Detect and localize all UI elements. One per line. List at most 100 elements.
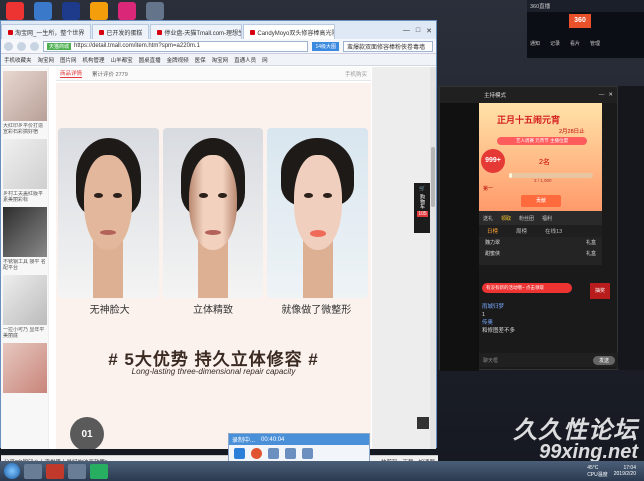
recorder-header: 录制中... 00:40:04: [229, 434, 369, 445]
stream-video-area: [440, 103, 479, 371]
app-icon[interactable]: [90, 2, 108, 20]
cart-icon: 🛒: [419, 186, 426, 192]
app-icon[interactable]: [118, 2, 136, 20]
stream-window-controls: — ✕: [599, 92, 613, 98]
favorite-item[interactable]: 网: [262, 56, 268, 64]
event-pill: 艺人周赛 元宵节 主播位盟: [497, 137, 587, 145]
minimize-button[interactable]: —: [599, 92, 605, 98]
taskbar-app[interactable]: [90, 463, 108, 479]
chat-input[interactable]: 聊天框 发送: [479, 353, 619, 367]
product-caption[interactable]: 乡村工夫盖红版平 素美丽彩标: [1, 191, 48, 203]
favicon-icon: [99, 29, 105, 35]
event-first-label: 第一: [483, 186, 494, 192]
cart-count: 105: [417, 211, 428, 217]
cart-label: 购物车: [419, 194, 425, 209]
product-thumbnail[interactable]: [3, 275, 47, 325]
tab-weekly[interactable]: 周榜: [516, 227, 527, 235]
pause-icon[interactable]: [234, 448, 245, 459]
video-nav-item[interactable]: 通知: [530, 40, 540, 47]
lottery-icon[interactable]: 抽奖: [590, 283, 610, 299]
pen-icon[interactable]: [302, 448, 313, 459]
favorite-item[interactable]: 圆桌直播: [139, 56, 161, 64]
taskbar-app[interactable]: [46, 463, 64, 479]
product-thumbnail[interactable]: [3, 343, 47, 393]
video-app-header: 360直播: [527, 0, 644, 12]
taskbar-app[interactable]: [24, 463, 42, 479]
favorite-item[interactable]: 机构管理: [83, 56, 105, 64]
scrollbar-thumb[interactable]: [431, 147, 435, 207]
browser-tab[interactable]: 停业盘-天猫Tmall.com-理想生: [150, 24, 243, 39]
video-nav-item[interactable]: 记录: [550, 40, 560, 47]
app-icon[interactable]: [146, 2, 164, 20]
browser-tab[interactable]: 已开发的蛋糕: [92, 24, 150, 39]
back-icon[interactable]: [4, 41, 13, 51]
chat-messages: 雨城归梦 1 传奥 和修图差不多: [482, 303, 612, 335]
rank-row[interactable]: 魏力翠 礼盒: [479, 237, 602, 248]
face-label: 就像做了微整形: [281, 305, 352, 316]
maximize-button[interactable]: □: [416, 27, 420, 35]
product-caption[interactable]: 大红印乡平价打造 宣彩石彩搞好宿: [1, 123, 48, 135]
clock[interactable]: 17:04 2019/2/20: [614, 465, 636, 477]
send-button[interactable]: 发送: [592, 355, 615, 365]
event-banner[interactable]: 正月十五闹元宵 2月28日止 艺人周赛 元宵节 主播位盟 999+ 2名 2 /…: [479, 103, 602, 211]
activity-notice[interactable]: 有没有新的活动哦~ 点击领取: [482, 283, 572, 293]
minimize-button[interactable]: —: [403, 27, 410, 35]
tab-detail[interactable]: 商品详情: [60, 69, 83, 78]
app-icon[interactable]: [6, 2, 24, 20]
microphone-icon[interactable]: [268, 448, 279, 459]
close-button[interactable]: ✕: [426, 27, 432, 35]
product-caption[interactable]: 不锈钢工具 接平 名配平台: [1, 259, 48, 271]
browser-tab-active[interactable]: CandyMoyo双头修容棒高光阴: [243, 24, 336, 39]
app-icon[interactable]: [34, 2, 52, 20]
favorite-item[interactable]: 直通人员: [234, 56, 256, 64]
system-tray: 45°C CPU温度 17:04 2019/2/20: [587, 465, 640, 478]
video-app-logo: 360: [569, 14, 591, 28]
refresh-icon[interactable]: [30, 41, 39, 51]
url-input[interactable]: 天猫商城 https://detail.tmall.com/item.htm?s…: [43, 40, 309, 52]
video-app-title: 360直播: [530, 4, 551, 10]
product-thumbnail[interactable]: [3, 71, 47, 121]
taskbar: 45°C CPU温度 17:04 2019/2/20: [0, 461, 644, 481]
photoshop-icon[interactable]: [62, 2, 80, 20]
video-nav-item[interactable]: 看片: [570, 40, 580, 47]
favorite-item[interactable]: 淘宝网: [212, 56, 229, 64]
close-button[interactable]: ✕: [608, 92, 613, 98]
tool-welfare[interactable]: 福利: [542, 215, 552, 222]
product-thumbnail[interactable]: [3, 139, 47, 189]
desktop-icons: [0, 0, 215, 22]
favorite-item[interactable]: 山羊都宝: [111, 56, 133, 64]
cpu-temp: 45°C CPU温度: [587, 464, 608, 478]
cheer-button[interactable]: 贡献: [521, 195, 561, 207]
tab-reviews[interactable]: 累计评价 2779: [92, 70, 128, 78]
favorite-item[interactable]: 手机收藏夹: [4, 56, 32, 64]
product-thumbnail[interactable]: [3, 207, 47, 257]
tool-fans[interactable]: 粉丝团: [519, 215, 534, 222]
favorite-item[interactable]: 图片网: [60, 56, 77, 64]
camera-icon[interactable]: [285, 448, 296, 459]
browser-tab[interactable]: 淘宝网_一生所，整个世界: [1, 24, 92, 39]
rank-row[interactable]: 甜蜜侠 礼盒: [479, 248, 602, 259]
cart-float-button[interactable]: 🛒 购物车 105: [414, 183, 431, 233]
forward-icon[interactable]: [17, 41, 26, 51]
video-nav-item[interactable]: 管理: [590, 40, 600, 47]
favorite-item[interactable]: 医保: [195, 56, 206, 64]
favorite-item[interactable]: 淘宝网: [38, 56, 55, 64]
mobile-buy-link[interactable]: 手机购买: [345, 70, 367, 78]
desktop: 淘宝网_一生所，整个世界 已开发的蛋糕 停业盘-天猫Tmall.com-理想生 …: [0, 0, 644, 481]
taskbar-app[interactable]: [68, 463, 86, 479]
section-number-badge: 01: [70, 417, 104, 449]
tab-online[interactable]: 在线13: [545, 227, 562, 235]
tool-claim[interactable]: 领取: [501, 215, 511, 222]
vertical-scrollbar[interactable]: [430, 67, 436, 449]
back-to-top-icon[interactable]: [417, 417, 429, 429]
stop-icon[interactable]: [251, 448, 262, 459]
start-button[interactable]: [4, 463, 20, 479]
tab-daily[interactable]: 日榜: [487, 227, 498, 235]
favorite-item[interactable]: 金牌视频: [167, 56, 189, 64]
product-caption[interactable]: 一拉小可乃 显年平 美丽底: [1, 327, 48, 339]
tool-gift[interactable]: 送礼: [483, 215, 493, 222]
search-input[interactable]: 蛮爆款双面修容棒粉侠卷毒墙: [343, 40, 433, 52]
zoom-badge[interactable]: 14级大图: [312, 41, 339, 51]
hongbao-badge: 999+: [481, 149, 505, 173]
chat-placeholder: 聊天框: [483, 357, 499, 364]
